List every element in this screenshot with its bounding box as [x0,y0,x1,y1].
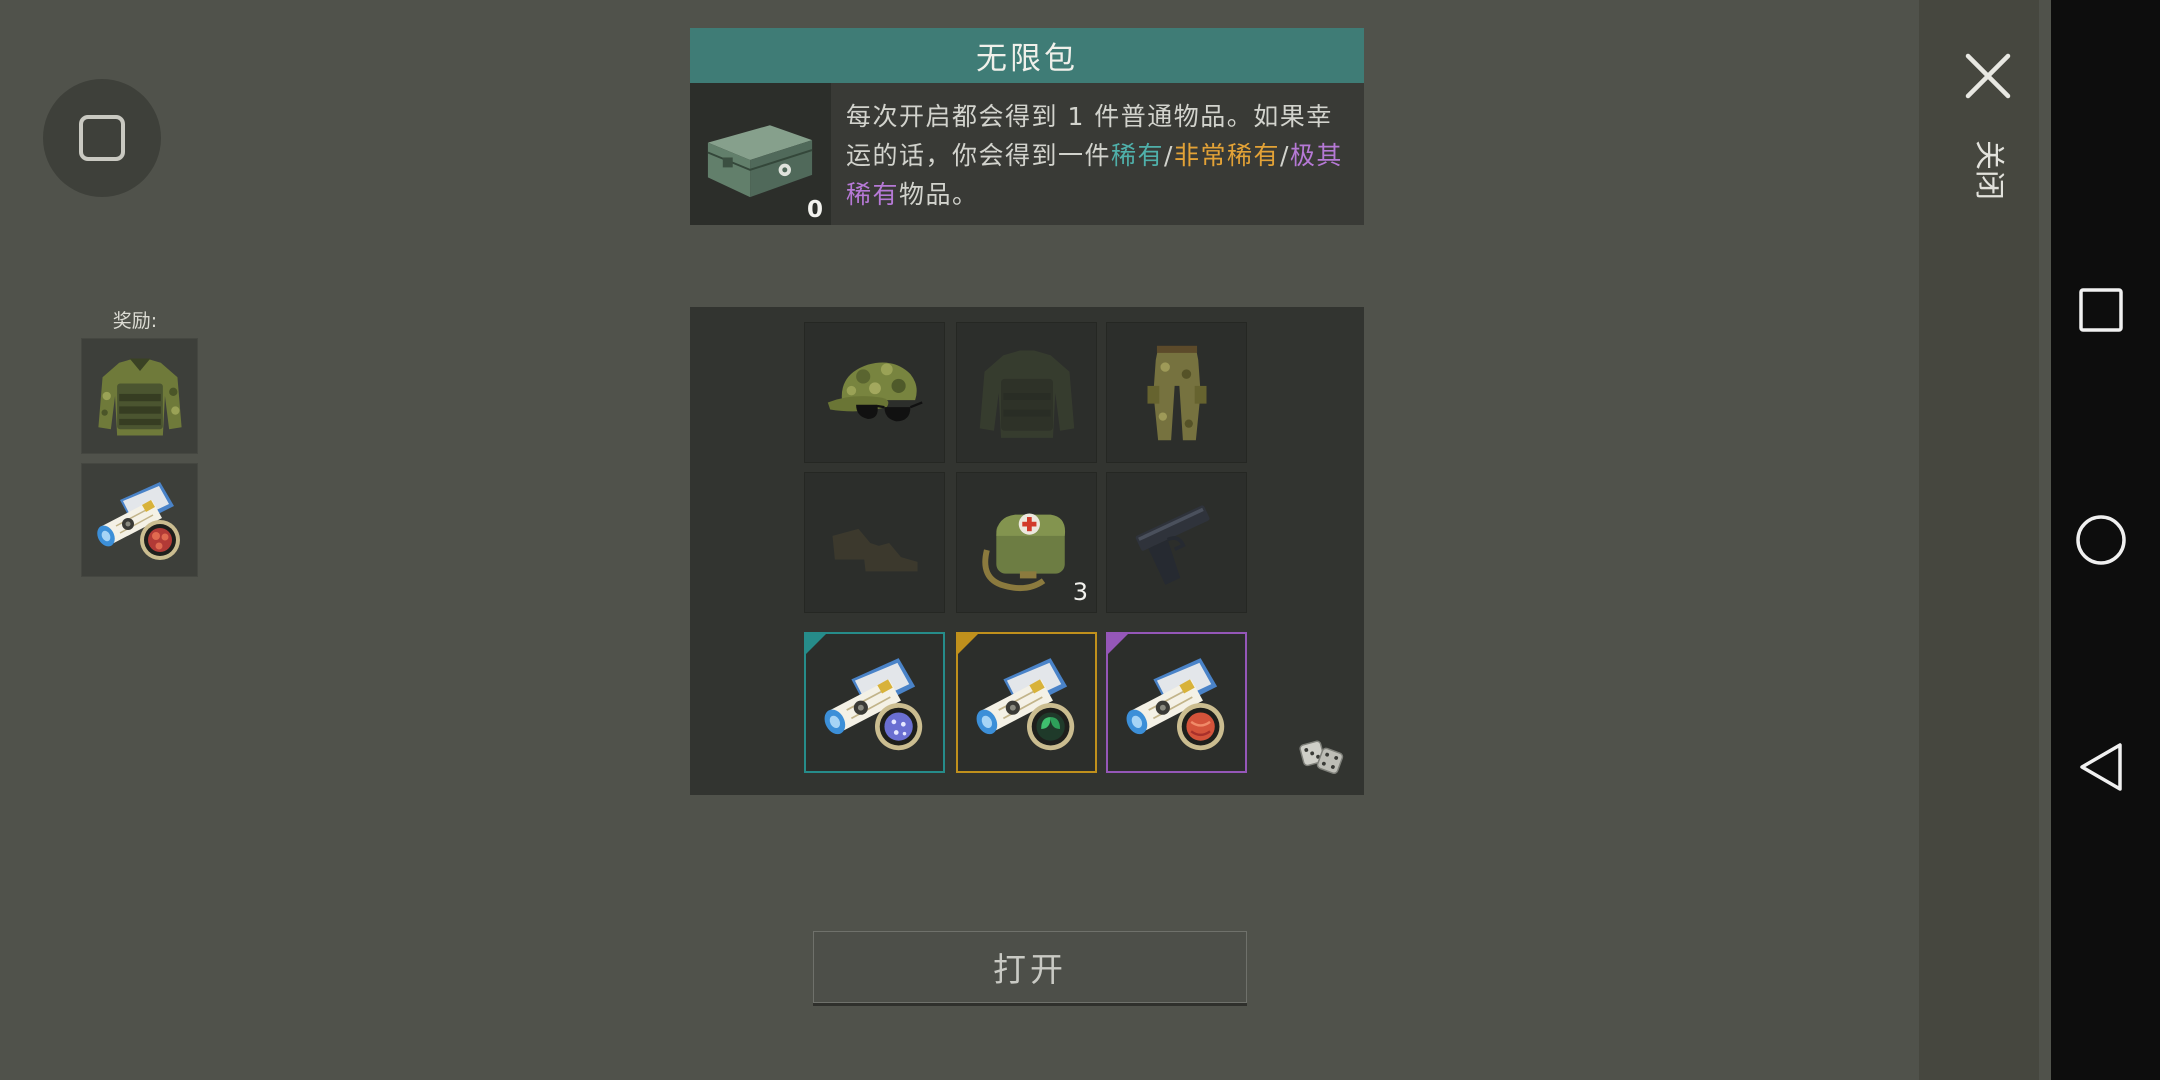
blueprint-red-badge-icon [90,470,190,570]
grid-slot-vest[interactable] [956,322,1097,463]
open-button[interactable]: 打开 [813,931,1247,1003]
blueprint-blue-badge-icon [816,644,934,762]
grid-slot-cap[interactable] [804,322,945,463]
home-circle-icon[interactable] [2075,514,2127,566]
rarity-very-rare-text: 非常稀有 [1173,141,1280,170]
pistol-icon [1135,504,1210,585]
back-triangle-icon[interactable] [2078,742,2124,792]
camo-jacket-icon [97,358,182,436]
close-label[interactable]: 关闭 [1970,130,2006,210]
grid-slot-blueprint-epic[interactable] [1106,632,1247,773]
camo-pants-icon [1147,345,1206,440]
blueprint-green-badge-icon [968,644,1086,762]
loot-grid: 3 [690,307,1364,795]
separator: / [1164,141,1174,170]
crate-count: 0 [806,197,823,223]
grid-slot-blueprint-very-rare[interactable] [956,632,1097,773]
close-x-icon[interactable] [1963,51,2013,101]
item-count: 3 [1072,578,1088,606]
dice-icon[interactable] [1298,731,1346,779]
boots-icon [832,528,917,571]
blueprint-red-badge-icon [1118,644,1236,762]
grid-slot-pistol[interactable] [1106,472,1247,613]
pack-title: 无限包 [690,28,1364,83]
android-nav-bar [2051,0,2160,1080]
separator: / [1279,141,1290,170]
menu-button[interactable] [43,79,161,197]
description-outro: 物品。 [899,180,979,209]
reward-slot-blueprint[interactable] [81,463,198,577]
supply-crate-icon [707,125,813,198]
rarity-rare-text: 稀有 [1111,141,1165,170]
rewards-label: 奖励: [112,310,158,332]
grid-slot-boots[interactable] [804,472,945,613]
reward-slot-jacket[interactable] [81,338,198,454]
grid-slot-pants[interactable] [1106,322,1247,463]
crate-thumbnail: 0 [690,83,831,225]
rounded-square-icon [79,115,125,161]
pack-description: 每次开启都会得到 1 件普通物品。如果幸运的话，你会得到一件稀有/非常稀有/极其… [846,97,1356,214]
grid-slot-blueprint-rare[interactable] [804,632,945,773]
medkit-bag-icon [981,513,1065,591]
camo-cap-icon [827,362,923,421]
recents-square-icon[interactable] [2079,288,2123,332]
grid-slot-medkit[interactable]: 3 [956,472,1097,613]
tactical-vest-icon [979,350,1074,438]
